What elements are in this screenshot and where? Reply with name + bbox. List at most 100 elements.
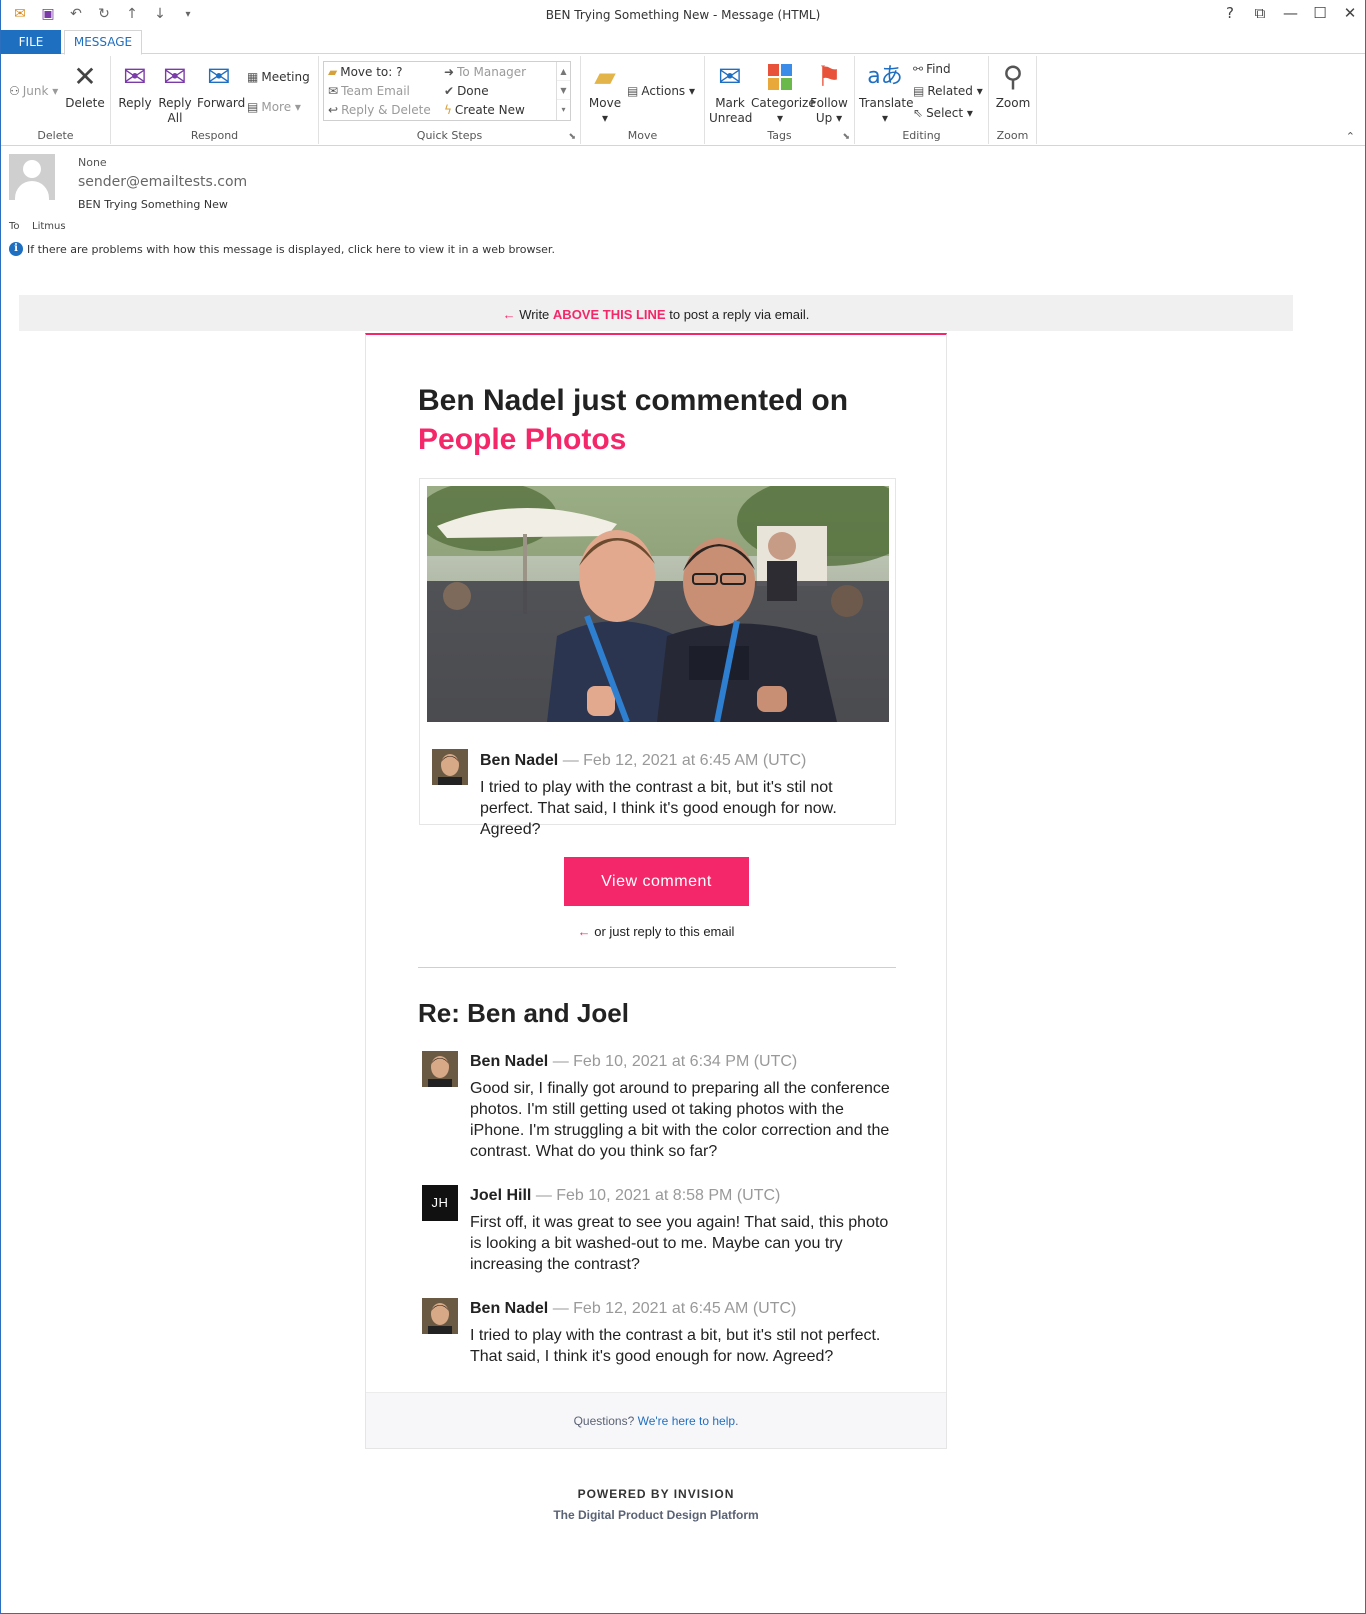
- reply-strip-write: Write: [519, 307, 550, 322]
- categorize-button[interactable]: Categorize ▾: [751, 60, 816, 126]
- window-controls: ? ⧉ — ☐ ✕: [1223, 4, 1357, 22]
- quickstep-done[interactable]: ✔ Done: [444, 84, 489, 98]
- lightning-icon: ϟ: [444, 103, 452, 117]
- translate-button[interactable]: aあ Translate ▾: [859, 60, 914, 126]
- info-icon: i: [9, 242, 23, 256]
- more-button[interactable]: ▤ More ▾: [247, 100, 301, 114]
- group-respond: ✉ Reply ✉ Reply All ✉ Forward ▦ Meeting ▤…: [111, 56, 319, 144]
- move-label: Move: [588, 96, 622, 110]
- platform-tagline: The Digital Product Design Platform: [553, 1508, 759, 1522]
- thread-comment-header: Ben Nadel — Feb 10, 2021 at 6:34 PM (UTC…: [470, 1053, 797, 1071]
- team-email-label: Team Email: [341, 84, 410, 98]
- conference-photo[interactable]: [427, 486, 889, 722]
- ben-nadel-avatar: [422, 1298, 458, 1334]
- recipient[interactable]: Litmus: [32, 221, 66, 232]
- tags-dialog-launcher-icon[interactable]: ⬊: [842, 132, 850, 142]
- group-label-move: Move: [627, 129, 658, 142]
- close-icon[interactable]: ✕: [1343, 4, 1357, 22]
- meeting-button[interactable]: ▦ Meeting: [247, 70, 310, 84]
- outlook-message-window: ✉ ▣ ↶ ↻ ↑ ↓ ▾ BEN Trying Something New -…: [0, 0, 1366, 1614]
- quick-steps-gallery: ▰ Move to: ? ✉ Team Email ↩ Reply & Delete …: [323, 61, 571, 121]
- help-link[interactable]: We're here to help: [638, 1414, 735, 1428]
- reply-button[interactable]: ✉ Reply: [117, 60, 153, 111]
- categorize-label: Categorize: [751, 96, 816, 110]
- junk-button[interactable]: ⚇ Junk ▾: [9, 84, 58, 98]
- thread-avatar-3: [422, 1298, 458, 1334]
- thread-comment-text: First off, it was great to see you again…: [470, 1214, 889, 1273]
- headline-target-link[interactable]: People Photos: [418, 420, 908, 459]
- help-icon[interactable]: ?: [1223, 4, 1237, 22]
- reply-all-label-line1: Reply: [158, 96, 192, 110]
- follow-up-button[interactable]: ⚑ Follow Up ▾: [809, 60, 849, 126]
- quick-steps-scroll[interactable]: ▲ ▼ ▾: [556, 62, 570, 120]
- reply-delete-label: Reply & Delete: [341, 103, 431, 117]
- group-label-delete: Delete: [37, 129, 74, 142]
- translate-label: Translate: [859, 96, 914, 110]
- sender-name: None: [78, 156, 107, 169]
- reply-delete-icon: ↩: [328, 103, 339, 117]
- ben-nadel-avatar: [432, 749, 468, 785]
- quickstep-create-new[interactable]: ϟ Create New: [444, 103, 525, 117]
- ribbon-tabs: FILE MESSAGE: [1, 30, 1365, 55]
- select-button[interactable]: ⇖ Select ▾: [913, 106, 973, 120]
- thread-comment-header: Joel Hill — Feb 10, 2021 at 8:58 PM (UTC…: [470, 1187, 780, 1205]
- headline-main: Ben Nadel just commented on: [418, 384, 849, 417]
- to-manager-label: To Manager: [457, 65, 527, 79]
- infobar[interactable]: i If there are problems with how this me…: [9, 242, 555, 256]
- ribbon-display-icon[interactable]: ⧉: [1253, 4, 1267, 22]
- cursor-icon: ⇖: [913, 106, 924, 120]
- zoom-label: Zoom: [995, 96, 1031, 110]
- find-button[interactable]: ⚯ Find: [913, 62, 951, 76]
- actions-icon: ▤: [627, 84, 639, 98]
- window-title: BEN Trying Something New - Message (HTML…: [545, 8, 821, 22]
- reply-icon: ✉: [123, 60, 147, 93]
- minimize-icon[interactable]: —: [1283, 4, 1298, 22]
- actions-button[interactable]: ▤ Actions ▾: [627, 84, 695, 98]
- sender-avatar: [9, 154, 55, 200]
- mark-unread-button[interactable]: ✉ Mark Unread: [709, 60, 753, 126]
- thread-comment-text: Good sir, I finally got around to prepar…: [470, 1080, 890, 1160]
- move-folder-icon: ▰: [594, 60, 616, 93]
- quickstep-move-to[interactable]: ▰ Move to: ?: [328, 65, 403, 79]
- tab-message[interactable]: MESSAGE: [64, 30, 142, 55]
- tab-file[interactable]: FILE: [1, 30, 61, 54]
- group-tags: ✉ Mark Unread Categorize ▾ ⚑ Follow Up ▾ …: [705, 56, 855, 144]
- forward-label: Forward: [197, 96, 246, 110]
- comment-avatar: [432, 749, 468, 785]
- related-button[interactable]: ▤ Related ▾: [913, 84, 983, 98]
- thread-comment-header: Ben Nadel — Feb 12, 2021 at 6:45 AM (UTC…: [470, 1300, 796, 1318]
- mark-unread-label-line2: Unread: [709, 111, 753, 125]
- sender-email[interactable]: sender@emailtests.com: [78, 174, 247, 190]
- meeting-label: Meeting: [261, 70, 310, 84]
- follow-up-label-line2: Up: [815, 111, 833, 125]
- categorize-icon: [751, 60, 809, 94]
- scroll-down-icon[interactable]: ▼: [557, 81, 570, 100]
- reply-above-line-strip: ← Write ABOVE THIS LINE to post a reply …: [19, 295, 1293, 331]
- collapse-ribbon-icon[interactable]: ⌃: [1346, 130, 1355, 143]
- dialog-launcher-icon[interactable]: ⬊: [568, 132, 576, 142]
- scroll-up-icon[interactable]: ▲: [557, 62, 570, 81]
- comment-timestamp: — Feb 10, 2021 at 8:58 PM (UTC): [535, 1187, 781, 1204]
- reply-strip-rest: to post a reply via email.: [669, 307, 810, 322]
- view-comment-button[interactable]: View comment: [564, 857, 749, 906]
- quickstep-team-email[interactable]: ✉ Team Email: [328, 84, 410, 98]
- zoom-button[interactable]: ⚲ Zoom: [993, 60, 1033, 111]
- quickstep-reply-delete[interactable]: ↩ Reply & Delete: [328, 103, 431, 117]
- quickstep-to-manager[interactable]: ➜ To Manager: [444, 65, 526, 79]
- junk-icon: ⚇: [9, 84, 20, 98]
- maximize-icon[interactable]: ☐: [1313, 4, 1327, 22]
- joel-hill-avatar: JH: [422, 1185, 458, 1221]
- group-label-tags: Tags: [767, 129, 792, 142]
- delete-button[interactable]: ✕ Delete: [65, 60, 105, 111]
- move-button[interactable]: ▰ Move ▾: [587, 60, 623, 126]
- to-label: To: [9, 221, 20, 232]
- select-label: Select: [926, 106, 964, 120]
- forward-button[interactable]: ✉ Forward: [197, 60, 245, 111]
- group-delete: ⚇ Junk ▾ ✕ Delete Delete: [1, 56, 111, 144]
- ribbon: ⚇ Junk ▾ ✕ Delete Delete ✉ Reply ✉ Reply …: [1, 54, 1365, 146]
- actions-label: Actions: [641, 84, 686, 98]
- create-new-label: Create New: [454, 103, 525, 117]
- reply-all-button[interactable]: ✉ Reply All: [157, 60, 193, 126]
- avatar-body-shape: [15, 181, 49, 200]
- expand-gallery-icon[interactable]: ▾: [557, 100, 570, 119]
